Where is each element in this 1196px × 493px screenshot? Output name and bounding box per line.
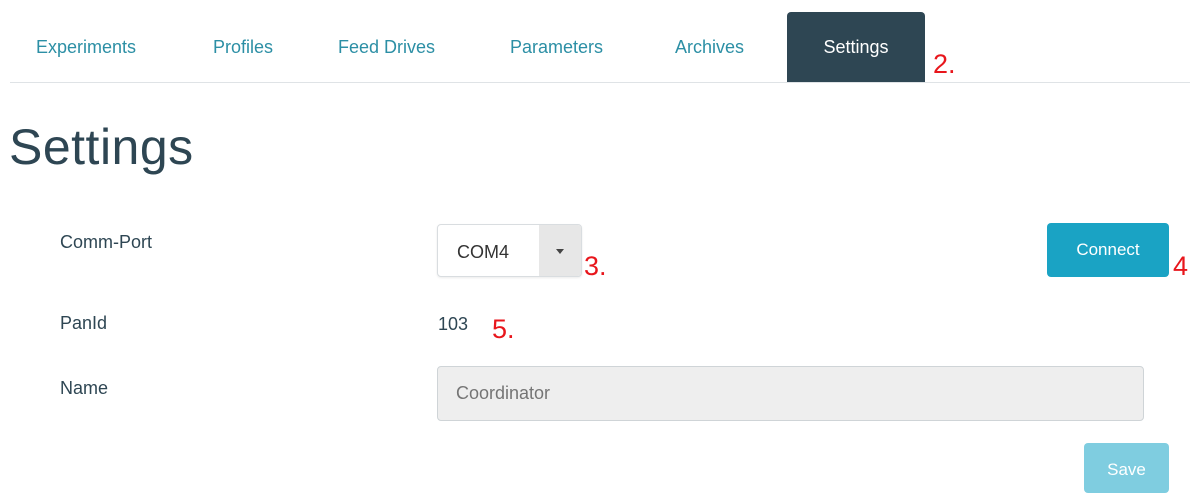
tab-feed-drives[interactable]: Feed Drives — [338, 12, 435, 82]
tab-experiments[interactable]: Experiments — [36, 12, 136, 82]
tab-archives[interactable]: Archives — [675, 12, 744, 82]
annotation-2: 2. — [933, 49, 956, 79]
settings-page: Experiments Profiles Feed Drives Paramet… — [0, 0, 1196, 493]
dropdown-toggle[interactable] — [539, 225, 581, 276]
tab-settings[interactable]: Settings — [787, 12, 925, 82]
panid-value: 103 — [438, 314, 469, 334]
annotation-5: 5. — [492, 314, 515, 344]
save-button[interactable]: Save — [1084, 443, 1169, 493]
comm-port-label: Comm-Port — [60, 232, 153, 252]
comm-port-select[interactable]: COM4 — [437, 224, 582, 277]
name-label: Name — [60, 378, 109, 398]
tab-bar: Experiments Profiles Feed Drives Paramet… — [10, 0, 1190, 83]
page-title: Settings — [9, 119, 194, 175]
connect-button[interactable]: Connect — [1047, 223, 1169, 277]
tab-profiles[interactable]: Profiles — [213, 12, 273, 82]
annotation-4: 4 — [1173, 251, 1189, 281]
name-input[interactable] — [437, 366, 1144, 421]
annotation-3: 3. — [584, 251, 607, 281]
panid-label: PanId — [60, 313, 108, 333]
caret-down-icon — [556, 249, 564, 254]
comm-port-selected-value: COM4 — [457, 242, 510, 262]
tab-parameters[interactable]: Parameters — [510, 12, 603, 82]
